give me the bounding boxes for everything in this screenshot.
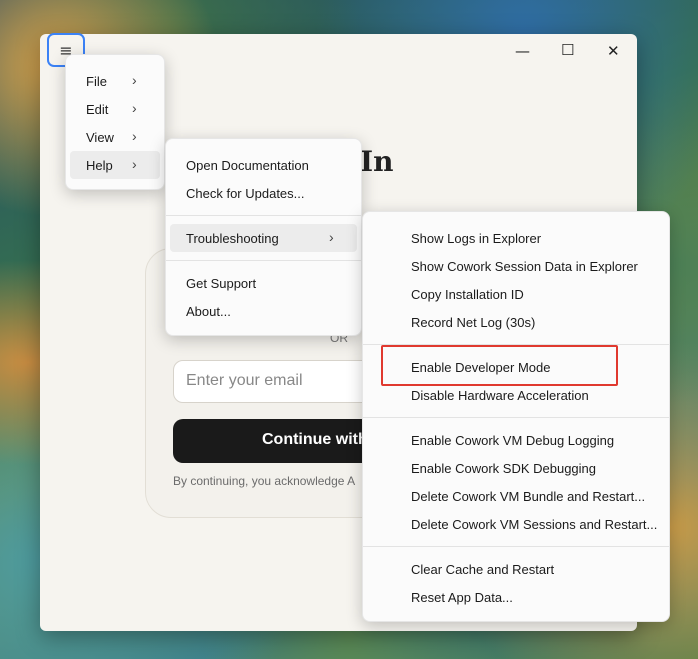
menu-item-label: Troubleshooting — [186, 231, 279, 246]
menu-item-reset-app-data[interactable]: Reset App Data... — [363, 584, 669, 610]
menu-item-label: Check for Updates... — [186, 186, 305, 201]
menu-item-label: Help — [86, 158, 113, 173]
menu-item-label: Show Logs in Explorer — [411, 231, 542, 246]
menu-item-record-net-log[interactable]: Record Net Log (30s) — [363, 309, 669, 335]
menu-item-label: Get Support — [186, 276, 257, 291]
chevron-right-icon: › — [329, 229, 334, 245]
menu-item-label: Delete Cowork VM Sessions and Restart... — [411, 517, 658, 532]
chevron-right-icon: › — [132, 128, 137, 144]
menu-item-delete-vm-sessions[interactable]: Delete Cowork VM Sessions and Restart... — [363, 511, 669, 537]
menu-item-help[interactable]: Help › — [70, 151, 160, 179]
menu-item-label: Enable Developer Mode — [411, 360, 551, 375]
chevron-right-icon: › — [132, 72, 137, 88]
menu-item-label: View — [86, 130, 114, 145]
menu-item-about[interactable]: About... — [166, 298, 361, 324]
menu-item-label: Show Cowork Session Data in Explorer — [411, 259, 638, 274]
app-menu: File › Edit › View › Help › — [65, 54, 165, 190]
menu-item-get-support[interactable]: Get Support — [166, 270, 361, 296]
menu-item-label: Reset App Data... — [411, 590, 513, 605]
menu-separator — [166, 215, 361, 216]
menu-item-clear-cache[interactable]: Clear Cache and Restart — [363, 556, 669, 582]
menu-item-label: About... — [186, 304, 231, 319]
menu-item-troubleshooting[interactable]: Troubleshooting › — [170, 224, 357, 252]
menu-item-label: Open Documentation — [186, 158, 309, 173]
menu-item-enable-developer-mode[interactable]: Enable Developer Mode — [363, 354, 669, 380]
menu-item-check-updates[interactable]: Check for Updates... — [166, 180, 361, 206]
menu-item-label: Disable Hardware Acceleration — [411, 388, 589, 403]
menu-item-edit[interactable]: Edit › — [66, 96, 164, 122]
page-heading: In — [360, 145, 394, 178]
menu-item-label: Enable Cowork SDK Debugging — [411, 461, 596, 476]
menu-item-open-documentation[interactable]: Open Documentation — [166, 152, 361, 178]
chevron-right-icon: › — [132, 100, 137, 116]
chevron-right-icon: › — [132, 156, 137, 172]
menu-separator — [363, 417, 669, 418]
menu-item-vm-debug-logging[interactable]: Enable Cowork VM Debug Logging — [363, 427, 669, 453]
menu-item-label: Enable Cowork VM Debug Logging — [411, 433, 615, 448]
menu-item-disable-hardware-acceleration[interactable]: Disable Hardware Acceleration — [363, 382, 669, 408]
menu-item-copy-installation-id[interactable]: Copy Installation ID — [363, 281, 669, 307]
menu-item-file[interactable]: File › — [66, 68, 164, 94]
menu-item-delete-vm-bundle[interactable]: Delete Cowork VM Bundle and Restart... — [363, 483, 669, 509]
terms-text: By continuing, you acknowledge A — [173, 474, 356, 488]
menu-item-label: File — [86, 74, 107, 89]
troubleshooting-submenu: Show Logs in Explorer Show Cowork Sessio… — [362, 211, 670, 622]
menu-separator — [363, 546, 669, 547]
menu-item-label: Edit — [86, 102, 109, 117]
help-submenu: Open Documentation Check for Updates... … — [165, 138, 362, 336]
menu-item-sdk-debugging[interactable]: Enable Cowork SDK Debugging — [363, 455, 669, 481]
maximize-button[interactable]: ☐ — [561, 41, 574, 59]
menu-separator — [166, 260, 361, 261]
menu-item-label: Delete Cowork VM Bundle and Restart... — [411, 489, 646, 504]
menu-item-label: Copy Installation ID — [411, 287, 524, 302]
menu-item-label: Clear Cache and Restart — [411, 562, 555, 577]
close-button[interactable]: ✕ — [607, 42, 620, 60]
menu-item-show-session-data[interactable]: Show Cowork Session Data in Explorer — [363, 253, 669, 279]
menu-item-show-logs[interactable]: Show Logs in Explorer — [363, 225, 669, 251]
minimize-button[interactable]: — — [515, 42, 530, 60]
menu-item-label: Record Net Log (30s) — [411, 315, 536, 330]
menu-item-view[interactable]: View › — [66, 124, 164, 150]
